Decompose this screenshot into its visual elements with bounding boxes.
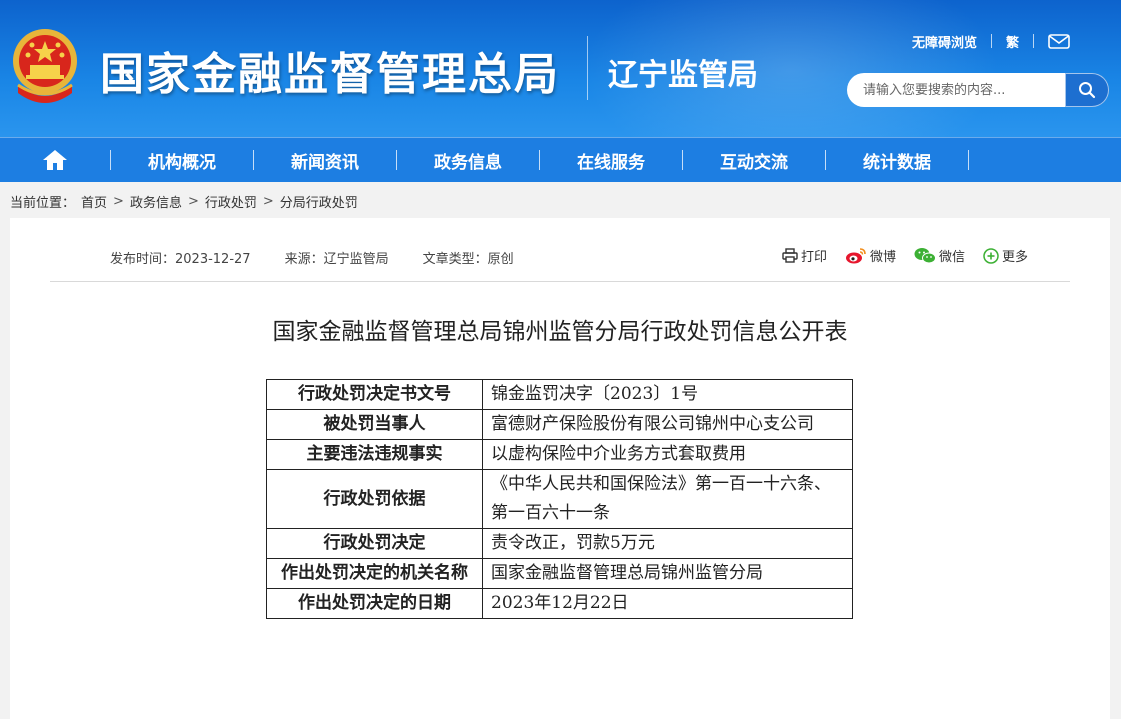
- row-label: 行政处罚依据: [266, 469, 483, 529]
- site-title[interactable]: 国家金融监督管理总局: [100, 38, 560, 102]
- table-row: 行政处罚决定 责令改正，罚款5万元: [266, 528, 853, 559]
- row-value: 责令改正，罚款5万元: [482, 528, 853, 559]
- breadcrumb-separator: >: [262, 194, 274, 209]
- row-label: 行政处罚决定书文号: [266, 379, 483, 410]
- publish-time: 发布时间：2023-12-27: [110, 252, 251, 267]
- nav-separator: [968, 150, 969, 170]
- breadcrumb: 当前位置： 首页 > 政务信息 > 行政处罚 > 分局行政处罚: [10, 192, 364, 211]
- breadcrumb-separator: >: [113, 194, 124, 209]
- row-value: 以虚构保险中介业务方式套取费用: [482, 439, 853, 470]
- row-label: 主要违法违规事实: [266, 439, 483, 470]
- search-input[interactable]: [847, 73, 1067, 107]
- article-card: 发布时间：2023-12-27 来源：辽宁监管局 文章类型：原创 打印 微博 微…: [10, 218, 1110, 719]
- article-title: 国家金融监督管理总局锦州监管分局行政处罚信息公开表: [272, 319, 848, 345]
- breadcrumb-penalties[interactable]: 行政处罚: [205, 192, 257, 211]
- article-meta: 发布时间：2023-12-27 来源：辽宁监管局 文章类型：原创: [110, 248, 548, 267]
- table-row: 行政处罚决定书文号 锦金监罚决字〔2023〕1号: [266, 379, 853, 410]
- title-divider: [587, 36, 588, 100]
- share-bar: 打印 微博 微信 更多: [782, 246, 1028, 265]
- row-value: 《中华人民共和国保险法》第一百一十六条、第一百六十一条: [482, 469, 853, 529]
- accessibility-link[interactable]: 无障碍浏览: [912, 32, 977, 51]
- meta-divider: [50, 281, 1070, 282]
- nav-item-about[interactable]: 机构概况: [111, 138, 253, 183]
- breadcrumb-branch-penalties[interactable]: 分局行政处罚: [280, 192, 358, 211]
- row-value: 锦金监罚决字〔2023〕1号: [482, 379, 853, 410]
- breadcrumb-government-info[interactable]: 政务信息: [130, 192, 182, 211]
- table-row: 行政处罚依据 《中华人民共和国保险法》第一百一十六条、第一百六十一条: [266, 469, 853, 529]
- print-button[interactable]: 打印: [782, 246, 827, 265]
- nav-home[interactable]: [0, 138, 110, 183]
- nav-item-statistics[interactable]: 统计数据: [826, 138, 968, 183]
- traditional-chinese-link[interactable]: 繁: [1006, 32, 1019, 51]
- row-label: 作出处罚决定的日期: [266, 588, 483, 619]
- search-box: [847, 73, 1109, 107]
- print-label: 打印: [801, 250, 828, 265]
- row-label: 行政处罚决定: [266, 528, 483, 559]
- breadcrumb-separator: >: [187, 194, 199, 209]
- penalty-info-table: 行政处罚决定书文号 锦金监罚决字〔2023〕1号 被处罚当事人 富德财产保险股份…: [266, 379, 853, 619]
- search-icon: [1079, 82, 1096, 99]
- row-label: 作出处罚决定的机关名称: [266, 558, 483, 589]
- site-header: 国家金融监督管理总局 辽宁监管局 无障碍浏览 繁: [0, 0, 1121, 137]
- weibo-label: 微博: [870, 250, 897, 265]
- more-label: 更多: [1002, 250, 1029, 265]
- top-links: 无障碍浏览 繁: [912, 31, 1070, 51]
- mail-icon[interactable]: [1048, 33, 1070, 49]
- breadcrumb-home[interactable]: 首页: [81, 192, 107, 211]
- nav-item-news[interactable]: 新闻资讯: [254, 138, 396, 183]
- more-share-button[interactable]: 更多: [983, 246, 1028, 265]
- wechat-icon: [914, 248, 937, 264]
- branch-name[interactable]: 辽宁监管局: [608, 50, 758, 94]
- wechat-label: 微信: [939, 250, 966, 265]
- table-row: 作出处罚决定的日期 2023年12月22日: [266, 588, 853, 619]
- national-emblem-icon: [13, 29, 77, 103]
- row-label: 被处罚当事人: [266, 409, 483, 440]
- nav-item-interaction[interactable]: 互动交流: [683, 138, 825, 183]
- row-value: 富德财产保险股份有限公司锦州中心支公司: [482, 409, 853, 440]
- article-source: 来源：辽宁监管局: [284, 252, 389, 267]
- printer-icon: [782, 248, 798, 263]
- home-icon: [43, 150, 67, 170]
- plus-circle-icon: [983, 247, 999, 264]
- row-value: 2023年12月22日: [482, 588, 853, 619]
- top-link-separator: [1033, 34, 1035, 48]
- breadcrumb-label: 当前位置：: [10, 196, 76, 211]
- row-value: 国家金融监督管理总局锦州监管分局: [482, 558, 853, 589]
- nav-item-online-service[interactable]: 在线服务: [540, 138, 682, 183]
- table-row: 被处罚当事人 富德财产保险股份有限公司锦州中心支公司: [266, 409, 853, 440]
- main-nav: 机构概况 新闻资讯 政务信息 在线服务 互动交流 统计数据: [0, 137, 1121, 182]
- weibo-icon: [846, 248, 866, 264]
- table-row: 作出处罚决定的机关名称 国家金融监督管理总局锦州监管分局: [266, 558, 853, 589]
- article-type: 文章类型：原创: [422, 252, 514, 267]
- table-row: 主要违法违规事实 以虚构保险中介业务方式套取费用: [266, 439, 853, 470]
- weibo-share-button[interactable]: 微博: [845, 246, 896, 265]
- wechat-share-button[interactable]: 微信: [914, 246, 965, 265]
- top-link-separator: [991, 34, 993, 48]
- search-button[interactable]: [1065, 73, 1109, 107]
- nav-item-government-info[interactable]: 政务信息: [397, 138, 539, 183]
